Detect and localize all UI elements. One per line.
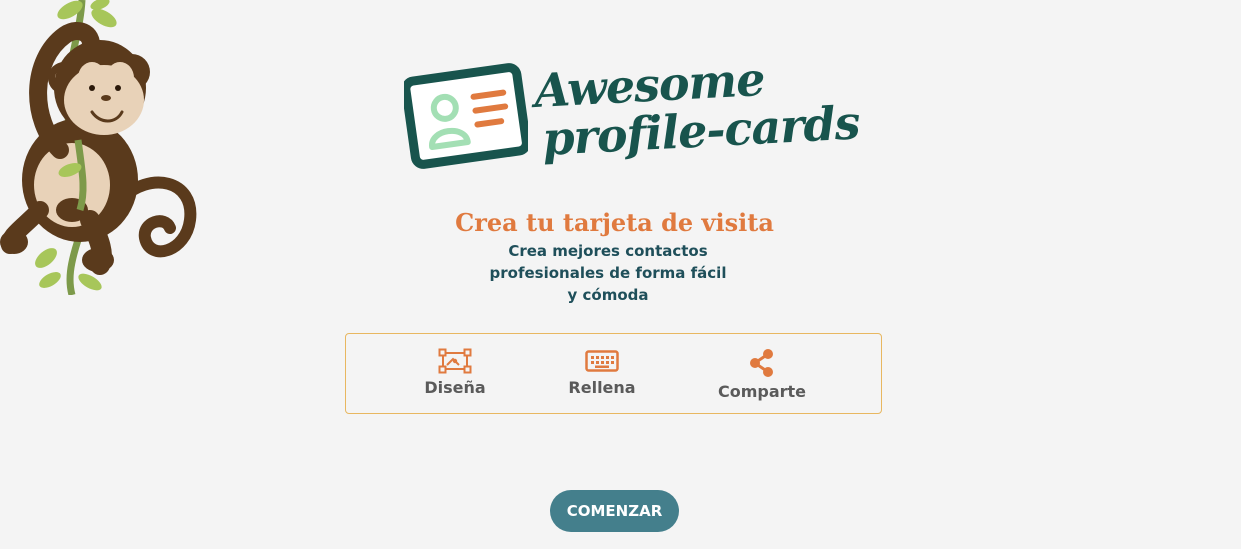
app-logo: Awesome profile-cards — [404, 52, 861, 180]
step-fill: Rellena — [542, 348, 662, 397]
step-share-label: Comparte — [717, 382, 807, 401]
profile-card-icon — [404, 63, 528, 169]
step-fill-label: Rellena — [568, 378, 636, 397]
hero-title: Crea tu tarjeta de visita — [455, 208, 774, 237]
keyboard-icon — [585, 350, 619, 372]
share-icon — [750, 349, 773, 377]
step-share: Comparte — [702, 348, 822, 401]
start-button[interactable]: COMENZAR — [550, 490, 679, 532]
design-icon — [438, 348, 472, 374]
hero-subtitle: Crea mejores contactos profesionales de … — [489, 242, 727, 304]
steps-panel: Diseña Rellena Comparte — [345, 333, 882, 414]
step-design: Diseña — [395, 348, 515, 397]
step-design-label: Diseña — [424, 378, 486, 397]
monkey-illustration — [0, 0, 197, 295]
